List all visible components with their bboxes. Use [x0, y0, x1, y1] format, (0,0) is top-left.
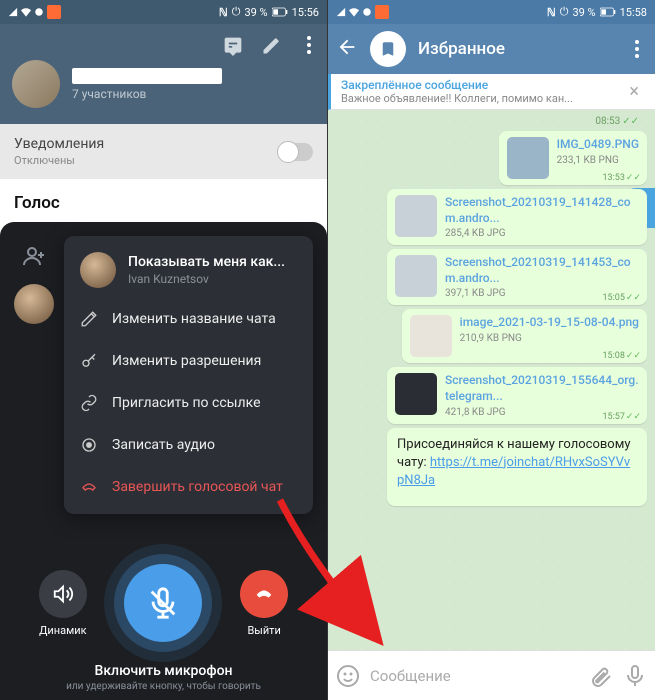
- context-menu: Показывать меня как... Ivan Kuznetsov Из…: [64, 236, 313, 514]
- menu-header[interactable]: Показывать меня как... Ivan Kuznetsov: [64, 242, 313, 298]
- phone-left: ℕ ⏻ 39 % 15:56 7 участников Уведомления …: [0, 0, 327, 700]
- announcement-icon[interactable]: [223, 36, 243, 56]
- notif-title: Уведомления: [14, 136, 104, 152]
- group-avatar[interactable]: [12, 60, 60, 108]
- more-icon[interactable]: [627, 40, 647, 58]
- menu-edit-title[interactable]: Изменить название чата: [64, 298, 313, 340]
- pinned-sub: Важное объявление!! Коллеги, помимо кан.…: [341, 92, 601, 105]
- edit-icon[interactable]: [261, 36, 281, 56]
- status-bar: ℕ ⏻ 39 % 15:58: [328, 0, 655, 24]
- file-message[interactable]: IMG_0489.PNG 233,1 KB PNG 13:53 ✓✓: [499, 131, 647, 185]
- voice-chat-panel: Показывать меня как... Ivan Kuznetsov Из…: [0, 222, 327, 700]
- file-thumbnail[interactable]: [395, 373, 437, 415]
- status-bar: ℕ ⏻ 39 % 15:56: [0, 0, 327, 24]
- notif-sub: Отключены: [14, 154, 104, 167]
- file-thumbnail[interactable]: [410, 315, 452, 357]
- file-message[interactable]: image_2021-03-19_15-08-04.png 210,9 KB P…: [402, 309, 647, 363]
- group-subtitle: 7 участников: [72, 87, 222, 101]
- file-thumbnail[interactable]: [395, 195, 437, 237]
- file-message[interactable]: Screenshot_20210319_141453_com.andro... …: [387, 249, 647, 305]
- add-user-icon[interactable]: [18, 240, 50, 272]
- close-icon[interactable]: ×: [623, 81, 645, 102]
- participant-avatar[interactable]: [14, 284, 54, 324]
- text-message[interactable]: Присоединяйся к нашему голосовому чату: …: [387, 428, 647, 507]
- leave-button[interactable]: Выйти: [240, 570, 288, 637]
- msg-time: 08:53 ✓✓: [595, 116, 639, 127]
- group-name: [72, 68, 222, 84]
- input-bar: Сообщение: [328, 650, 655, 700]
- file-message[interactable]: Screenshot_20210319_155644_org.telegram.…: [387, 367, 647, 423]
- mic-icon[interactable]: [623, 664, 647, 688]
- user-avatar: [80, 252, 116, 288]
- mic-button[interactable]: [124, 564, 202, 642]
- download-icon[interactable]: [507, 137, 549, 179]
- menu-header-sub: Ivan Kuznetsov: [128, 272, 285, 286]
- clock-text: 15:56: [292, 6, 319, 19]
- message-input[interactable]: Сообщение: [370, 667, 579, 685]
- voice-chat-title: Голос: [0, 179, 327, 221]
- back-icon[interactable]: [336, 36, 358, 62]
- more-icon[interactable]: [299, 36, 319, 56]
- notification-icon: [47, 5, 61, 19]
- invite-link[interactable]: https://t.me/joinchat/RHvxSoSYVvpN8Ja: [397, 455, 630, 488]
- speaker-button[interactable]: Динамик: [39, 570, 87, 637]
- menu-invite-link[interactable]: Пригласить по ссылке: [64, 382, 313, 424]
- pinned-message[interactable]: Закреплённое сообщение Важное объявление…: [328, 74, 655, 110]
- menu-end-voice-chat[interactable]: Завершить голосовой чат: [64, 466, 313, 508]
- menu-record-audio[interactable]: Записать аудио: [64, 424, 313, 466]
- chat-header: Избранное: [328, 24, 655, 74]
- chat-title: Избранное: [418, 39, 615, 59]
- attach-icon[interactable]: [589, 664, 613, 688]
- battery-text: 39 %: [244, 6, 267, 19]
- group-header: 7 участников: [0, 24, 327, 124]
- battery-text: 39 %: [572, 6, 595, 19]
- file-thumbnail[interactable]: [395, 255, 437, 297]
- menu-header-title: Показывать меня как...: [128, 254, 285, 270]
- file-message[interactable]: Screenshot_20210319_141428_com.andro... …: [387, 189, 647, 245]
- emoji-icon[interactable]: [336, 664, 360, 688]
- notification-icon: [375, 5, 389, 19]
- menu-permissions[interactable]: Изменить разрешения: [64, 340, 313, 382]
- pinned-title: Закреплённое сообщение: [341, 78, 623, 92]
- phone-right: ℕ ⏻ 39 % 15:58 Избранное Закреплённое со…: [328, 0, 655, 700]
- notif-toggle[interactable]: [279, 143, 313, 161]
- chat-body[interactable]: 08:53 ✓✓ IMG_0489.PNG 233,1 KB PNG 13:53…: [328, 110, 655, 650]
- clock-text: 15:58: [620, 6, 647, 19]
- saved-messages-avatar[interactable]: [370, 31, 406, 67]
- mic-hint-title: Включить микрофон: [0, 663, 327, 679]
- mic-hint-sub: или удерживайте кнопку, чтобы говорить: [0, 681, 327, 692]
- notifications-row[interactable]: Уведомления Отключены: [0, 124, 327, 179]
